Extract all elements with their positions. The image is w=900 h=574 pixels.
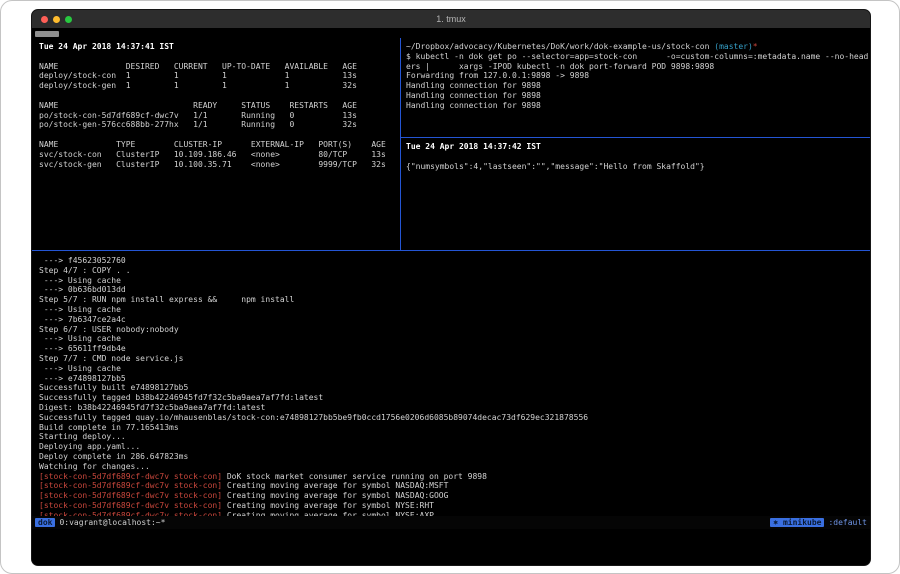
terminal-line: ---> f45623052760 [39,256,870,266]
terminal-line: Digest: b38b42246945fd7f32c5ba9aea7af7fd… [39,403,870,413]
terminal-line: NAME TYPE CLUSTER-IP EXTERNAL-IP PORT(S)… [39,140,400,150]
terminal-line: Tue 24 Apr 2018 14:37:42 IST [406,142,870,152]
status-left: dok 0:vagrant@localhost:~* [35,518,165,528]
pane-kubectl-watch[interactable]: Tue 24 Apr 2018 14:37:41 IST NAME DESIRED… [32,38,400,250]
traffic-lights [41,16,72,23]
right-pane-column: ~/Dropbox/advocacy/Kubernetes/DoK/work/d… [401,38,870,250]
terminal-line: po/stock-con-5d7df689cf-dwc7v 1/1 Runnin… [39,111,400,121]
terminal-line: svc/stock-gen ClusterIP 10.100.35.71 <no… [39,160,400,170]
screenshot-frame: 1. tmux Tue 24 Apr 2018 14:37:41 IST NAME… [0,0,900,574]
terminal-line: svc/stock-con ClusterIP 10.109.186.46 <n… [39,150,400,160]
window-title: 1. tmux [32,14,870,24]
top-pane-row: Tue 24 Apr 2018 14:37:41 IST NAME DESIRED… [32,38,870,250]
terminal-line: ---> Using cache [39,334,870,344]
terminal-line: Successfully tagged b38b42246945fd7f32c5… [39,393,870,403]
terminal-line: Deploy complete in 286.647823ms [39,452,870,462]
tab-strip [32,29,870,38]
terminal-line: Starting deploy... [39,432,870,442]
terminal-window: 1. tmux Tue 24 Apr 2018 14:37:41 IST NAME… [31,9,871,566]
terminal-line: Watching for changes... [39,462,870,472]
terminal-bottom-gap [32,529,870,565]
kube-context-label: minikube [783,518,822,527]
terminal-line: Build complete in 77.165413ms [39,423,870,433]
terminal-line: [stock-con-5d7df689cf-dwc7v stock-con] C… [39,491,870,501]
terminal-line [39,130,400,140]
terminal-line: Forwarding from 127.0.0.1:9898 -> 9898 [406,71,870,81]
terminal-line: Step 4/7 : COPY . . [39,266,870,276]
terminal-line: Handling connection for 9898 [406,101,870,111]
terminal-line: $ kubectl -n dok get po --selector=app=s… [406,52,870,62]
kube-context-badge: ⎈ minikube [770,518,824,528]
helm-wheel-icon: ⎈ [773,518,778,527]
terminal-line: ~/Dropbox/advocacy/Kubernetes/DoK/work/d… [406,42,870,52]
terminal-line: [stock-con-5d7df689cf-dwc7v stock-con] C… [39,501,870,511]
window-tab-indicator[interactable] [35,31,59,37]
minimize-button[interactable] [53,16,60,23]
terminal-line: Handling connection for 9898 [406,81,870,91]
terminal-line: ---> Using cache [39,364,870,374]
status-right: ⎈ minikube :default [770,518,867,528]
kube-namespace-label: :default [828,518,867,528]
pane-skaffold-build[interactable]: ---> f45623052760Step 4/7 : COPY . . ---… [32,251,870,516]
close-button[interactable] [41,16,48,23]
terminal-line: deploy/stock-con 1 1 1 1 13s [39,71,400,81]
pane-curl-output[interactable]: Tue 24 Apr 2018 14:37:42 IST {"numsymbols… [401,138,870,250]
terminal-line: ---> e74898127bb5 [39,374,870,384]
terminal-line: ---> 0b636bd013dd [39,285,870,295]
terminal-line: ---> 7b6347ce2a4c [39,315,870,325]
terminal-line: NAME DESIRED CURRENT UP-TO-DATE AVAILABL… [39,62,400,72]
terminal-line: Tue 24 Apr 2018 14:37:41 IST [39,42,400,52]
terminal-line: Step 7/7 : CMD node service.js [39,354,870,364]
terminal-line: Handling connection for 9898 [406,91,870,101]
terminal-line: Step 6/7 : USER nobody:nobody [39,325,870,335]
terminal-line: po/stock-gen-576cc688bb-277hx 1/1 Runnin… [39,120,400,130]
window-titlebar[interactable]: 1. tmux [32,10,870,29]
tmux-session: Tue 24 Apr 2018 14:37:41 IST NAME DESIRED… [32,38,870,565]
terminal-line: ers | xargs -IPOD kubectl -n dok port-fo… [406,62,870,72]
terminal-line [39,91,400,101]
session-name-badge[interactable]: dok [35,518,55,528]
terminal-line: Deploying app.yaml... [39,442,870,452]
zoom-button[interactable] [65,16,72,23]
terminal-line: [stock-con-5d7df689cf-dwc7v stock-con] C… [39,481,870,491]
terminal-line: ---> Using cache [39,305,870,315]
terminal-line: Successfully built e74898127bb5 [39,383,870,393]
terminal-line: ---> Using cache [39,276,870,286]
pane-port-forward[interactable]: ~/Dropbox/advocacy/Kubernetes/DoK/work/d… [401,38,870,137]
terminal-line [406,152,870,162]
tmux-status-bar: dok 0:vagrant@localhost:~* ⎈ minikube :d… [32,516,870,529]
window-label[interactable]: 0:vagrant@localhost:~* [59,518,165,528]
terminal-line: deploy/stock-gen 1 1 1 1 32s [39,81,400,91]
terminal-line: ---> 65611ff9db4e [39,344,870,354]
terminal-line: Step 5/7 : RUN npm install express && np… [39,295,870,305]
terminal-line: Successfully tagged quay.io/mhausenblas/… [39,413,870,423]
terminal-line: [stock-con-5d7df689cf-dwc7v stock-con] D… [39,472,870,482]
terminal-line [39,52,400,62]
terminal-line: {"numsymbols":4,"lastseen":"","message":… [406,162,870,172]
terminal-line: NAME READY STATUS RESTARTS AGE [39,101,400,111]
